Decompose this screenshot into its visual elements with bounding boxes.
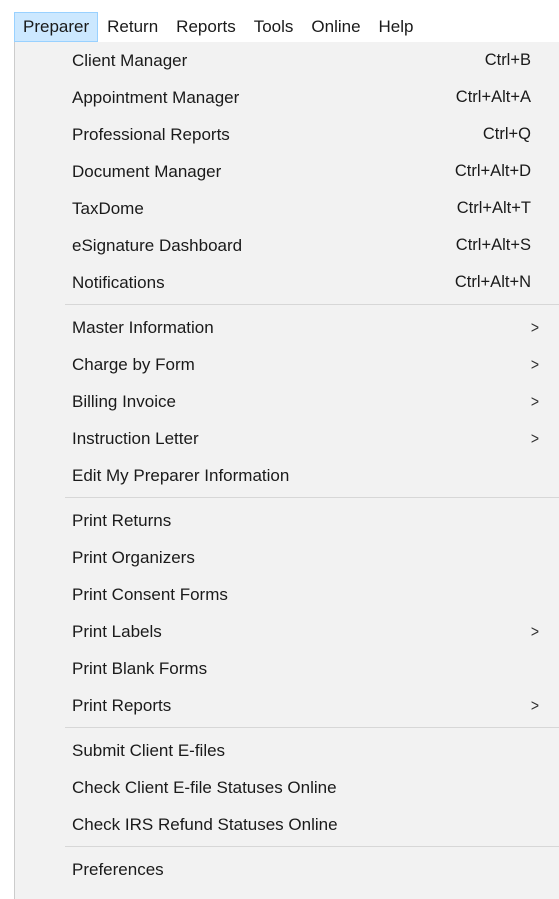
shortcut-text: Ctrl+B — [484, 51, 531, 69]
menu-item-label: Print Blank Forms — [72, 659, 208, 678]
menu-item-taxdome[interactable]: TaxDome Ctrl+Alt+T — [15, 190, 559, 227]
menu-item-master-information[interactable]: Master Information > — [15, 309, 559, 346]
menu-group-settings: Master Information > Charge by Form > Bi… — [15, 309, 559, 494]
menu-item-label: Preferences — [72, 860, 164, 879]
menu-item-label: Client Manager — [72, 51, 188, 70]
menu-item-submit-client-efiles[interactable]: Submit Client E-files — [15, 732, 559, 769]
menu-item-label: Print Returns — [72, 511, 172, 530]
menu-item-print-returns[interactable]: Print Returns — [15, 502, 559, 539]
menu-item-label: Appointment Manager — [72, 88, 240, 107]
menu-item-label: Instruction Letter — [72, 429, 199, 448]
menu-item-label: Print Labels — [72, 622, 162, 641]
menu-group-preferences: Preferences — [15, 851, 559, 888]
menu-item-label: Document Manager — [72, 162, 222, 181]
menu-item-check-client-efile-statuses[interactable]: Check Client E-file Statuses Online — [15, 769, 559, 806]
menu-item-label: Professional Reports — [72, 125, 230, 144]
menu-item-label: Master Information — [72, 318, 214, 337]
menu-item-print-organizers[interactable]: Print Organizers — [15, 539, 559, 576]
menu-item-label: Submit Client E-files — [72, 741, 226, 760]
menu-item-document-manager[interactable]: Document Manager Ctrl+Alt+D — [15, 153, 559, 190]
menu-item-label: Check IRS Refund Statuses Online — [72, 815, 338, 834]
menu-item-label: TaxDome — [72, 199, 144, 218]
menu-item-label: Charge by Form — [72, 355, 195, 374]
menu-item-billing-invoice[interactable]: Billing Invoice > — [15, 383, 559, 420]
menu-group-efile: Submit Client E-files Check Client E-fil… — [15, 732, 559, 843]
menubar-tools[interactable]: Tools — [245, 12, 303, 42]
menu-item-print-labels[interactable]: Print Labels > — [15, 613, 559, 650]
menu-item-notifications[interactable]: Notifications Ctrl+Alt+N — [15, 264, 559, 301]
menu-item-check-irs-refund-statuses[interactable]: Check IRS Refund Statuses Online — [15, 806, 559, 843]
shortcut-text: Ctrl+Alt+A — [455, 88, 531, 106]
menu-separator — [65, 497, 559, 498]
menubar-help[interactable]: Help — [370, 12, 423, 42]
shortcut-text: Ctrl+Alt+N — [454, 273, 531, 291]
menu-item-professional-reports[interactable]: Professional Reports Ctrl+Q — [15, 116, 559, 153]
menu-item-preferences[interactable]: Preferences — [15, 851, 559, 888]
menubar-reports[interactable]: Reports — [167, 12, 245, 42]
menu-item-appointment-manager[interactable]: Appointment Manager Ctrl+Alt+A — [15, 79, 559, 116]
menu-item-label: Check Client E-file Statuses Online — [72, 778, 337, 797]
menu-item-print-reports[interactable]: Print Reports > — [15, 687, 559, 724]
preparer-dropdown-menu: Client Manager Ctrl+B Appointment Manage… — [14, 42, 559, 899]
menu-item-print-consent-forms[interactable]: Print Consent Forms — [15, 576, 559, 613]
menu-separator — [65, 727, 559, 728]
submenu-chevron-icon: > — [530, 621, 539, 641]
menu-item-label: Billing Invoice — [72, 392, 176, 411]
menubar-return[interactable]: Return — [98, 12, 167, 42]
menu-item-label: Notifications — [72, 273, 165, 292]
shortcut-text: Ctrl+Alt+T — [456, 199, 531, 217]
menu-item-edit-my-preparer-information[interactable]: Edit My Preparer Information — [15, 457, 559, 494]
menu-separator — [65, 304, 559, 305]
menubar-preparer[interactable]: Preparer — [14, 12, 99, 42]
menu-item-label: Edit My Preparer Information — [72, 466, 290, 485]
menu-separator — [65, 846, 559, 847]
menubar-online[interactable]: Online — [302, 12, 369, 42]
submenu-chevron-icon: > — [530, 428, 539, 448]
menu-group-managers: Client Manager Ctrl+B Appointment Manage… — [15, 42, 559, 301]
submenu-chevron-icon: > — [530, 695, 539, 715]
menu-item-esignature-dashboard[interactable]: eSignature Dashboard Ctrl+Alt+S — [15, 227, 559, 264]
menu-item-print-blank-forms[interactable]: Print Blank Forms — [15, 650, 559, 687]
menu-item-label: Print Organizers — [72, 548, 195, 567]
menu-item-client-manager[interactable]: Client Manager Ctrl+B — [15, 42, 559, 79]
shortcut-text: Ctrl+Q — [482, 125, 531, 143]
menu-item-label: Print Reports — [72, 696, 172, 715]
menu-item-charge-by-form[interactable]: Charge by Form > — [15, 346, 559, 383]
shortcut-text: Ctrl+Alt+S — [455, 236, 531, 254]
shortcut-text: Ctrl+Alt+D — [454, 162, 531, 180]
menu-item-label: Print Consent Forms — [72, 585, 228, 604]
menu-bar: Preparer Return Reports Tools Online Hel… — [14, 12, 559, 42]
menu-group-printing: Print Returns Print Organizers Print Con… — [15, 502, 559, 724]
menu-item-instruction-letter[interactable]: Instruction Letter > — [15, 420, 559, 457]
menu-item-label: eSignature Dashboard — [72, 236, 243, 255]
